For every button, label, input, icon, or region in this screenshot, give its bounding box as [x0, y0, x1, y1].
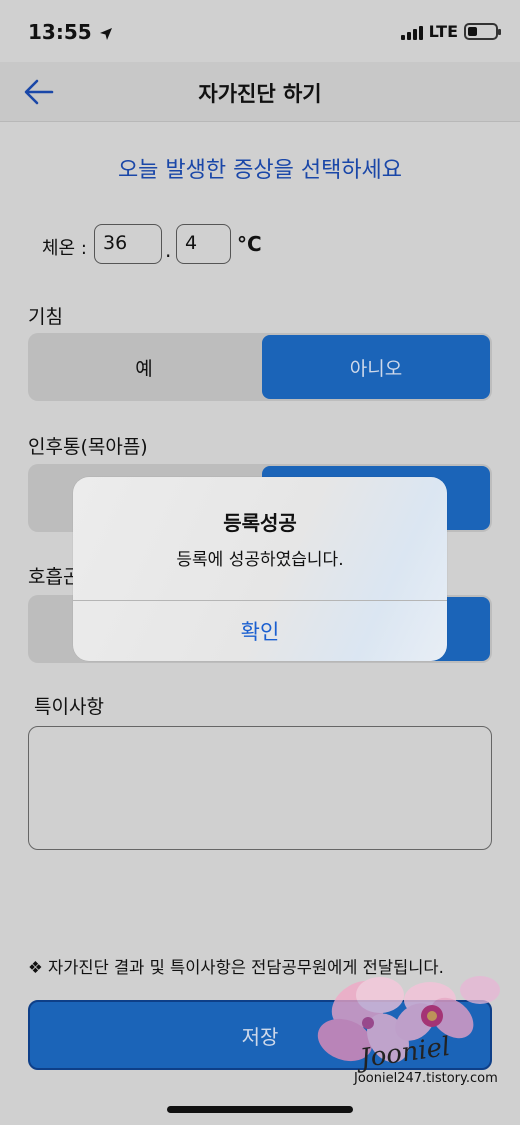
watermark-url: Jooniel247.tistory.com [354, 1071, 498, 1086]
alert-title: 등록성공 [223, 511, 297, 535]
alert-confirm-button[interactable]: 확인 [73, 601, 447, 661]
temperature-label: 체온 : [42, 238, 87, 259]
location-arrow-icon [99, 27, 112, 40]
notes-textarea[interactable] [28, 726, 492, 850]
alert-message: 등록에 성공하였습니다. [176, 550, 344, 570]
sore-throat-label: 인후통(목아픔) [28, 436, 148, 458]
cough-toggle: 예 아니오 [28, 333, 492, 401]
home-indicator[interactable] [167, 1106, 353, 1113]
page-title: 자가진단 하기 [198, 82, 322, 106]
cough-yes-option[interactable]: 예 [30, 335, 258, 399]
status-bar: 13:55 LTE [0, 0, 520, 62]
network-label: LTE [428, 22, 458, 41]
instruction-text: 오늘 발생한 증상을 선택하세요 [117, 158, 403, 183]
status-indicators: LTE [400, 22, 501, 41]
temperature-unit: °C [237, 232, 262, 256]
cough-no-option[interactable]: 아니오 [262, 335, 490, 399]
temperature-separator: . [165, 238, 172, 262]
notes-label: 특이사항 [34, 696, 104, 718]
success-alert-dialog: 등록성공 등록에 성공하였습니다. 확인 [73, 477, 447, 661]
temperature-integer-input[interactable]: 36 [94, 224, 162, 264]
status-time: 13:55 [28, 20, 113, 44]
battery-icon [464, 23, 501, 40]
nav-bar: 자가진단 하기 [0, 62, 520, 122]
temperature-decimal-input[interactable]: 4 [176, 224, 231, 264]
signal-icon [400, 24, 423, 40]
time-text: 13:55 [28, 20, 92, 44]
cough-label: 기침 [28, 306, 63, 328]
